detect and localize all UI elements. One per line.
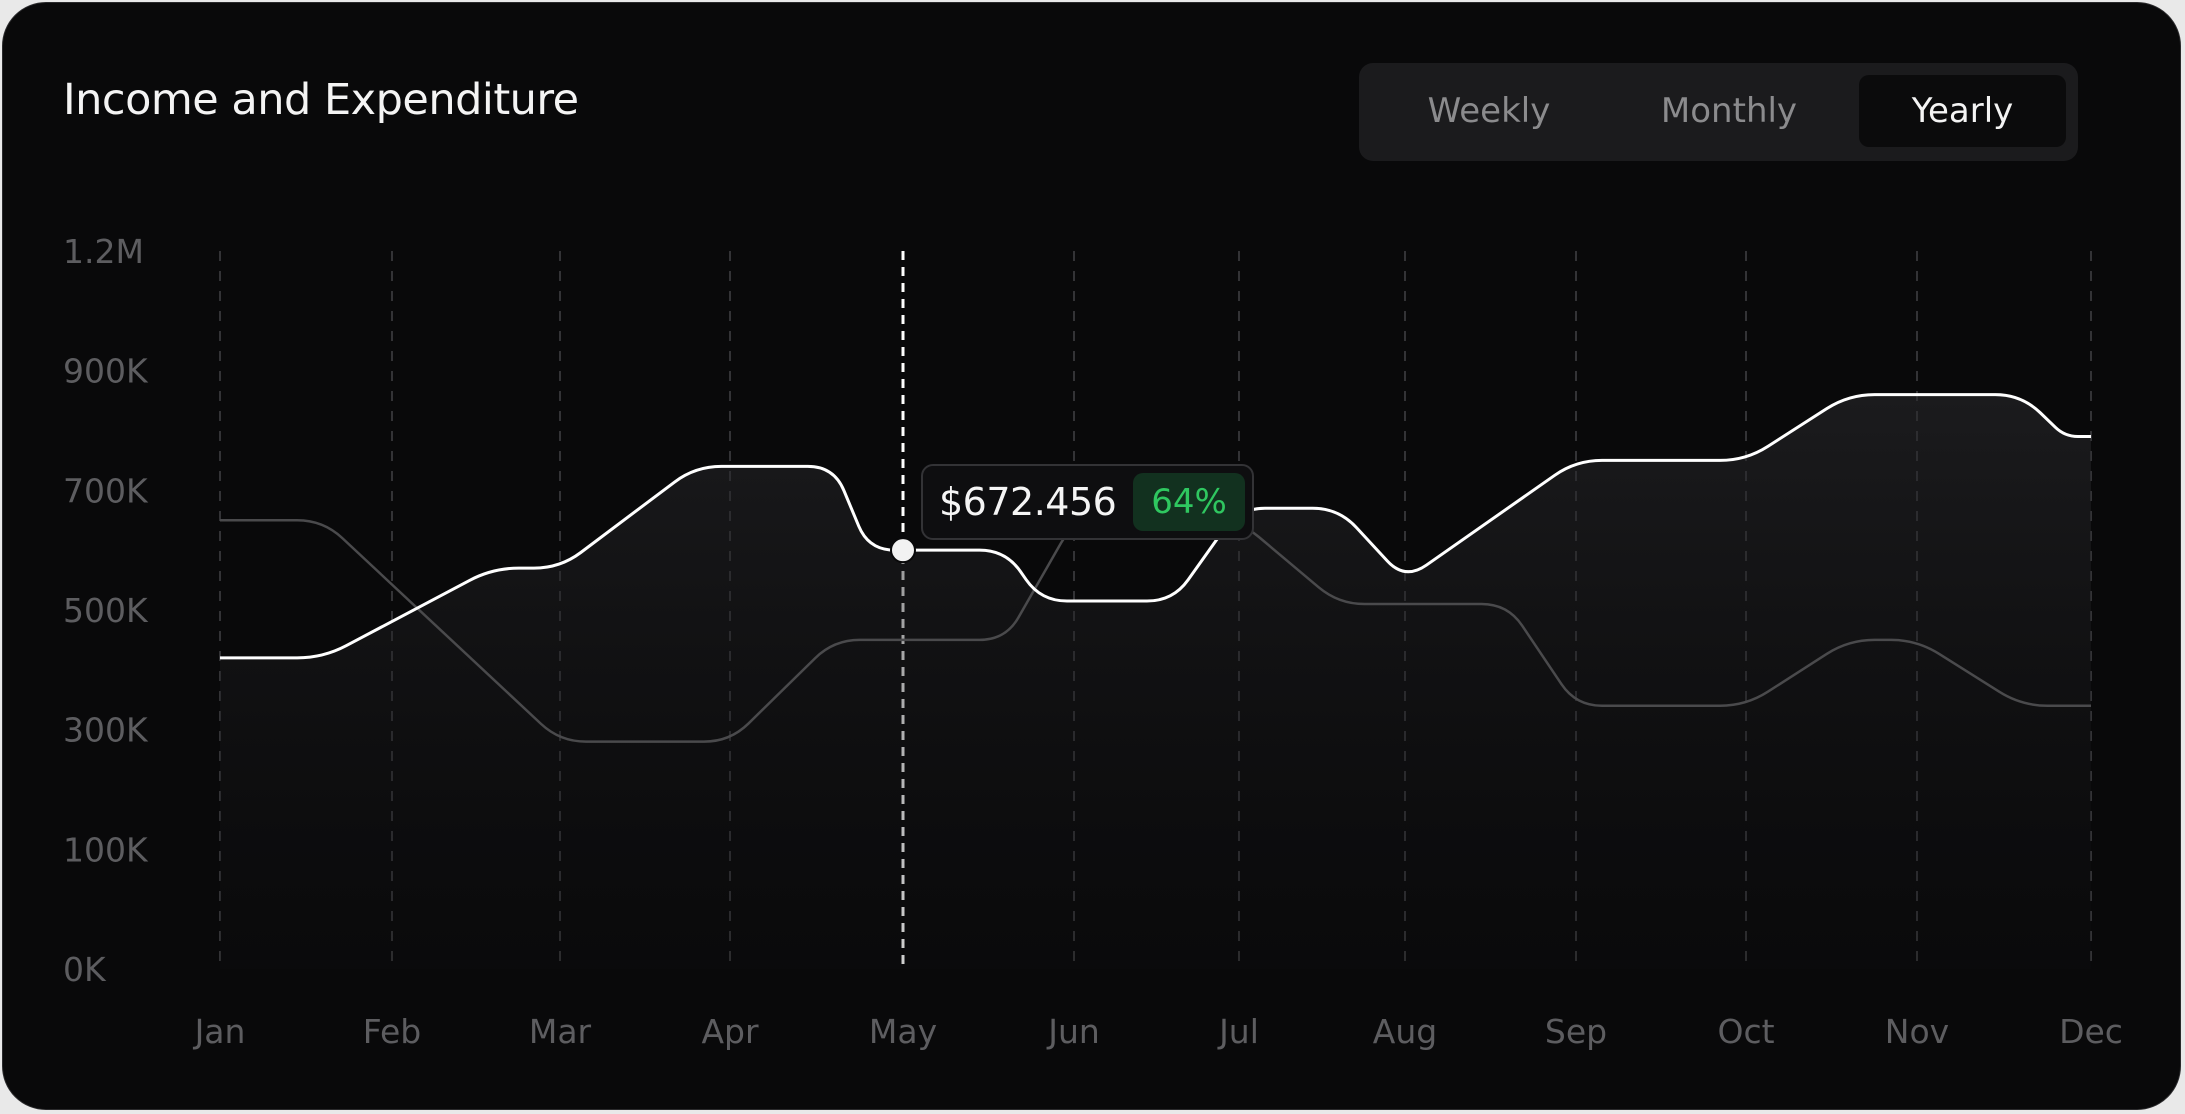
chart-card: Income and Expenditure Weekly Monthly Ye… [2,2,2181,1110]
value-tooltip: $672.456 64% [921,464,1254,540]
x-tick-label: Aug [1373,1012,1437,1051]
x-tick-label: Feb [363,1012,421,1051]
y-tick-label: 900K [63,352,149,391]
y-tick-label: 100K [63,830,149,869]
x-tick-label: Apr [701,1012,759,1051]
y-tick-label: 0K [63,950,107,989]
x-tick-label: Nov [1885,1012,1949,1051]
y-tick-label: 500K [63,591,149,630]
x-tick-label: Jul [1217,1012,1259,1051]
x-tick-label: Oct [1717,1012,1774,1051]
tooltip-value: $672.456 [939,480,1117,524]
x-tick-label: Jun [1046,1012,1100,1051]
x-tick-label: Mar [529,1012,592,1051]
x-tick-label: Dec [2059,1012,2123,1051]
x-tick-label: Sep [1545,1012,1607,1051]
y-tick-label: 1.2M [63,232,144,271]
x-tick-label: Jan [193,1012,246,1051]
y-tick-label: 300K [63,711,149,750]
tooltip-percent-badge: 64% [1133,473,1245,531]
line-chart: 0K 100K 300K 500K 700K 900K 1.2M Jan Feb Mar Apr Ma… [63,232,2123,1051]
x-tick-label: May [869,1012,937,1051]
highlight-point [890,537,916,564]
y-tick-label: 700K [63,471,149,510]
